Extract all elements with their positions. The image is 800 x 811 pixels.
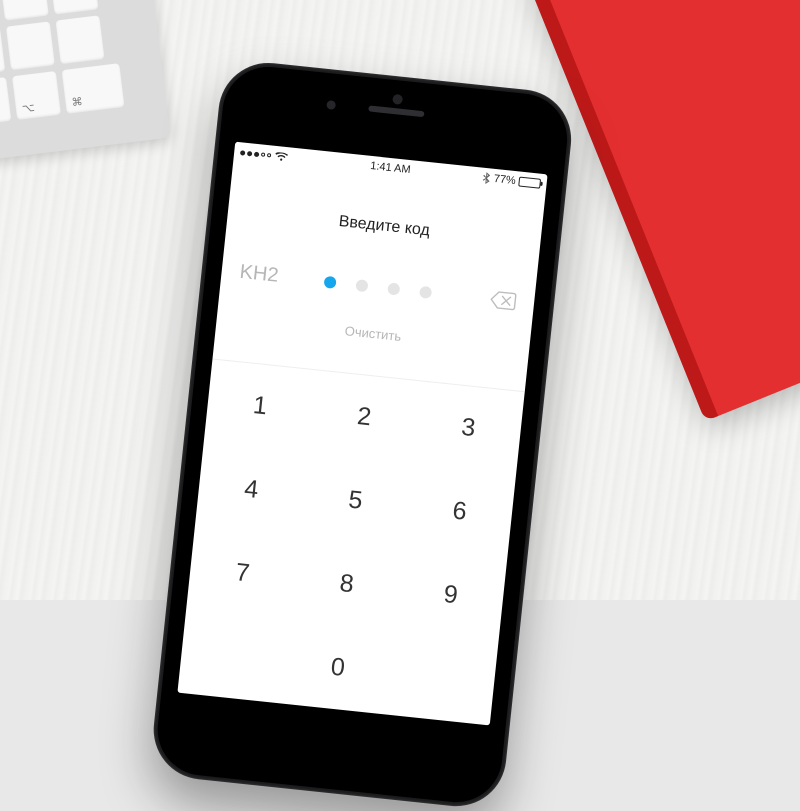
- numeric-keypad: 1 2 3 4 5 6 7 8 9 0: [177, 359, 524, 725]
- keypad-key-6[interactable]: 6: [403, 465, 516, 559]
- enter-code-title: Введите код: [245, 203, 523, 250]
- keyboard-key: [49, 0, 98, 15]
- battery-indicator: 77%: [493, 173, 541, 190]
- keypad-key-7[interactable]: 7: [186, 526, 299, 620]
- bluetooth-icon: [482, 172, 490, 185]
- code-prefix: KH2: [238, 261, 288, 289]
- keyboard-key: ⌥: [12, 71, 61, 120]
- keyboard-key: [0, 27, 5, 76]
- keypad-key-4[interactable]: 4: [195, 443, 308, 537]
- keypad-key-9[interactable]: 9: [394, 548, 507, 642]
- pin-entry-section: Введите код KH2 Очистить: [214, 162, 545, 376]
- keypad-key-1[interactable]: 1: [204, 359, 317, 453]
- battery-percent: 77%: [493, 173, 516, 187]
- wifi-icon: [275, 151, 289, 161]
- pin-dot: [387, 282, 400, 295]
- keypad-key-0[interactable]: 0: [281, 620, 394, 714]
- keypad-blank: [386, 631, 499, 725]
- keyboard-key: [56, 15, 105, 64]
- keyboard-key: [6, 21, 55, 70]
- keyboard-key: ^: [0, 77, 11, 126]
- pin-dot: [324, 275, 337, 288]
- keypad-key-5[interactable]: 5: [299, 454, 412, 548]
- phone-screen: 1:41 AM 77% Введите код KH2: [177, 142, 547, 726]
- signal-dots-icon: [240, 150, 271, 158]
- keyboard-key: [0, 0, 49, 21]
- pin-dot: [419, 285, 432, 298]
- pin-dots: [324, 275, 433, 298]
- keypad-key-3[interactable]: 3: [412, 381, 525, 475]
- backspace-icon[interactable]: [489, 290, 517, 311]
- phone-device: 1:41 AM 77% Введите код KH2: [149, 58, 576, 811]
- keypad-blank: [177, 609, 290, 703]
- pin-dot: [355, 279, 368, 292]
- keypad-key-2[interactable]: 2: [308, 370, 421, 464]
- status-time: 1:41 AM: [370, 160, 411, 176]
- clear-button[interactable]: Очистить: [234, 312, 512, 356]
- keypad-key-8[interactable]: 8: [290, 537, 403, 631]
- keyboard-key-cmd: ⌘: [62, 63, 125, 114]
